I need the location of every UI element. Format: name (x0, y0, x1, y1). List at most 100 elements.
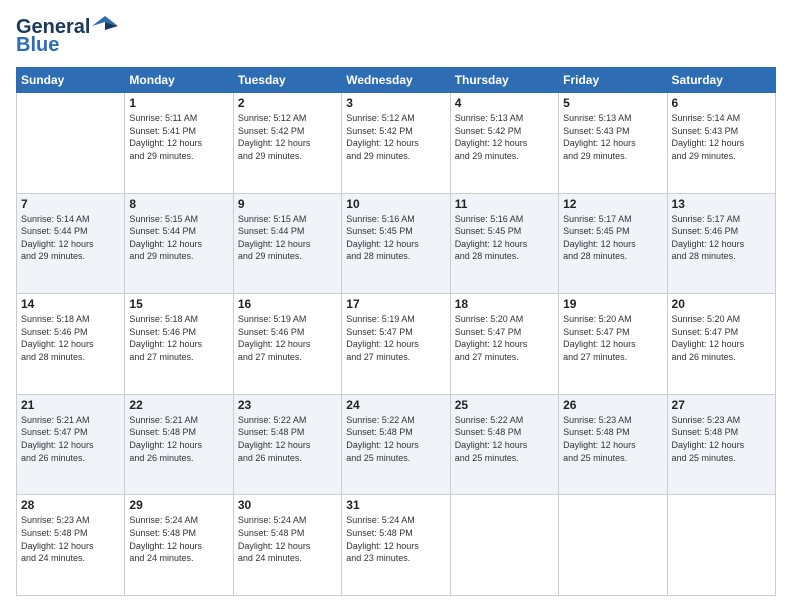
day-info: Sunrise: 5:20 AM Sunset: 5:47 PM Dayligh… (455, 313, 554, 363)
calendar-cell: 25Sunrise: 5:22 AM Sunset: 5:48 PM Dayli… (450, 394, 558, 495)
calendar-cell: 29 Sunrise: 5:24 AM Sunset: 5:48 PM Dayli… (125, 495, 233, 596)
day-info: Sunrise: 5:22 AM Sunset: 5:48 PM Dayligh… (455, 414, 554, 464)
header: General Blue (16, 16, 776, 57)
weekday-header-thursday: Thursday (450, 68, 558, 93)
calendar-week-row: 21 Sunrise: 5:21 AM Sunset: 5:47 PM Dayli… (17, 394, 776, 495)
calendar-cell: 9 Sunrise: 5:15 AM Sunset: 5:44 PM Daylig… (233, 193, 341, 294)
calendar-cell (17, 93, 125, 194)
day-info: Sunrise: 5:14 AM Sunset: 5:44 PM Dayligh… (21, 213, 120, 263)
calendar-cell: 1 Sunrise: 5:11 AM Sunset: 5:41 PM Daylig… (125, 93, 233, 194)
calendar-cell: 13 Sunrise: 5:17 AM Sunset: 5:46 PM Dayli… (667, 193, 775, 294)
calendar-cell: 17Sunrise: 5:19 AM Sunset: 5:47 PM Dayli… (342, 294, 450, 395)
calendar-cell: 22 Sunrise: 5:21 AM Sunset: 5:48 PM Dayli… (125, 394, 233, 495)
day-number: 7 (21, 197, 120, 211)
day-number: 21 (21, 398, 120, 412)
day-number: 14 (21, 297, 120, 311)
page: General Blue SundayMondayTuesdayWednesda… (0, 0, 792, 612)
day-number: 2 (238, 96, 337, 110)
calendar-week-row: 28Sunrise: 5:23 AM Sunset: 5:48 PM Dayli… (17, 495, 776, 596)
day-number: 31 (346, 498, 445, 512)
calendar-cell: 19 Sunrise: 5:20 AM Sunset: 5:47 PM Dayli… (559, 294, 667, 395)
calendar-cell: 28Sunrise: 5:23 AM Sunset: 5:48 PM Dayli… (17, 495, 125, 596)
day-number: 8 (129, 197, 228, 211)
day-info: Sunrise: 5:22 AM Sunset: 5:48 PM Dayligh… (346, 414, 445, 464)
day-info: Sunrise: 5:17 AM Sunset: 5:46 PM Dayligh… (672, 213, 771, 263)
day-info: Sunrise: 5:21 AM Sunset: 5:47 PM Dayligh… (21, 414, 120, 464)
weekday-header-monday: Monday (125, 68, 233, 93)
weekday-header-tuesday: Tuesday (233, 68, 341, 93)
day-number: 12 (563, 197, 662, 211)
day-info: Sunrise: 5:12 AM Sunset: 5:42 PM Dayligh… (346, 112, 445, 162)
weekday-header-sunday: Sunday (17, 68, 125, 93)
day-info: Sunrise: 5:19 AM Sunset: 5:46 PM Dayligh… (238, 313, 337, 363)
day-number: 4 (455, 96, 554, 110)
calendar-cell: 6 Sunrise: 5:14 AM Sunset: 5:43 PM Daylig… (667, 93, 775, 194)
calendar-cell: 20 Sunrise: 5:20 AM Sunset: 5:47 PM Dayli… (667, 294, 775, 395)
day-number: 13 (672, 197, 771, 211)
day-number: 6 (672, 96, 771, 110)
calendar-cell: 26 Sunrise: 5:23 AM Sunset: 5:48 PM Dayli… (559, 394, 667, 495)
day-info: Sunrise: 5:18 AM Sunset: 5:46 PM Dayligh… (21, 313, 120, 363)
calendar-cell: 12 Sunrise: 5:17 AM Sunset: 5:45 PM Dayli… (559, 193, 667, 294)
day-info: Sunrise: 5:24 AM Sunset: 5:48 PM Dayligh… (129, 514, 228, 564)
day-info: Sunrise: 5:24 AM Sunset: 5:48 PM Dayligh… (346, 514, 445, 564)
day-info: Sunrise: 5:11 AM Sunset: 5:41 PM Dayligh… (129, 112, 228, 162)
calendar-cell: 16 Sunrise: 5:19 AM Sunset: 5:46 PM Dayli… (233, 294, 341, 395)
calendar-week-row: 1 Sunrise: 5:11 AM Sunset: 5:41 PM Daylig… (17, 93, 776, 194)
day-number: 10 (346, 197, 445, 211)
day-number: 29 (129, 498, 228, 512)
calendar-cell: 11 Sunrise: 5:16 AM Sunset: 5:45 PM Dayli… (450, 193, 558, 294)
day-info: Sunrise: 5:17 AM Sunset: 5:45 PM Dayligh… (563, 213, 662, 263)
day-info: Sunrise: 5:16 AM Sunset: 5:45 PM Dayligh… (346, 213, 445, 263)
day-info: Sunrise: 5:19 AM Sunset: 5:47 PM Dayligh… (346, 313, 445, 363)
day-number: 26 (563, 398, 662, 412)
day-number: 9 (238, 197, 337, 211)
day-number: 19 (563, 297, 662, 311)
calendar-cell: 31 Sunrise: 5:24 AM Sunset: 5:48 PM Dayli… (342, 495, 450, 596)
calendar-cell: 7 Sunrise: 5:14 AM Sunset: 5:44 PM Daylig… (17, 193, 125, 294)
calendar-cell: 14 Sunrise: 5:18 AM Sunset: 5:46 PM Dayli… (17, 294, 125, 395)
day-info: Sunrise: 5:14 AM Sunset: 5:43 PM Dayligh… (672, 112, 771, 162)
day-number: 15 (129, 297, 228, 311)
calendar-cell: 24Sunrise: 5:22 AM Sunset: 5:48 PM Dayli… (342, 394, 450, 495)
day-info: Sunrise: 5:13 AM Sunset: 5:42 PM Dayligh… (455, 112, 554, 162)
weekday-header-wednesday: Wednesday (342, 68, 450, 93)
day-number: 22 (129, 398, 228, 412)
day-info: Sunrise: 5:22 AM Sunset: 5:48 PM Dayligh… (238, 414, 337, 464)
calendar-cell (559, 495, 667, 596)
day-info: Sunrise: 5:23 AM Sunset: 5:48 PM Dayligh… (563, 414, 662, 464)
day-number: 27 (672, 398, 771, 412)
day-info: Sunrise: 5:23 AM Sunset: 5:48 PM Dayligh… (21, 514, 120, 564)
day-number: 3 (346, 96, 445, 110)
calendar-table: SundayMondayTuesdayWednesdayThursdayFrid… (16, 67, 776, 596)
day-info: Sunrise: 5:15 AM Sunset: 5:44 PM Dayligh… (129, 213, 228, 263)
day-info: Sunrise: 5:12 AM Sunset: 5:42 PM Dayligh… (238, 112, 337, 162)
calendar-cell: 8 Sunrise: 5:15 AM Sunset: 5:44 PM Daylig… (125, 193, 233, 294)
calendar-cell: 10 Sunrise: 5:16 AM Sunset: 5:45 PM Dayli… (342, 193, 450, 294)
logo: General Blue (16, 16, 118, 57)
day-info: Sunrise: 5:20 AM Sunset: 5:47 PM Dayligh… (672, 313, 771, 363)
day-number: 20 (672, 297, 771, 311)
day-number: 16 (238, 297, 337, 311)
day-number: 5 (563, 96, 662, 110)
day-info: Sunrise: 5:15 AM Sunset: 5:44 PM Dayligh… (238, 213, 337, 263)
day-info: Sunrise: 5:23 AM Sunset: 5:48 PM Dayligh… (672, 414, 771, 464)
calendar-cell: 2 Sunrise: 5:12 AM Sunset: 5:42 PM Daylig… (233, 93, 341, 194)
calendar-cell: 23 Sunrise: 5:22 AM Sunset: 5:48 PM Dayli… (233, 394, 341, 495)
day-info: Sunrise: 5:13 AM Sunset: 5:43 PM Dayligh… (563, 112, 662, 162)
calendar-header-row: SundayMondayTuesdayWednesdayThursdayFrid… (17, 68, 776, 93)
calendar-cell: 15Sunrise: 5:18 AM Sunset: 5:46 PM Dayli… (125, 294, 233, 395)
logo-bird-icon (92, 12, 118, 38)
day-number: 11 (455, 197, 554, 211)
day-number: 1 (129, 96, 228, 110)
calendar-cell: 5 Sunrise: 5:13 AM Sunset: 5:43 PM Daylig… (559, 93, 667, 194)
calendar-cell (667, 495, 775, 596)
weekday-header-saturday: Saturday (667, 68, 775, 93)
day-number: 23 (238, 398, 337, 412)
day-info: Sunrise: 5:21 AM Sunset: 5:48 PM Dayligh… (129, 414, 228, 464)
day-number: 30 (238, 498, 337, 512)
calendar-cell: 30Sunrise: 5:24 AM Sunset: 5:48 PM Dayli… (233, 495, 341, 596)
day-info: Sunrise: 5:16 AM Sunset: 5:45 PM Dayligh… (455, 213, 554, 263)
calendar-cell: 3 Sunrise: 5:12 AM Sunset: 5:42 PM Daylig… (342, 93, 450, 194)
day-info: Sunrise: 5:20 AM Sunset: 5:47 PM Dayligh… (563, 313, 662, 363)
